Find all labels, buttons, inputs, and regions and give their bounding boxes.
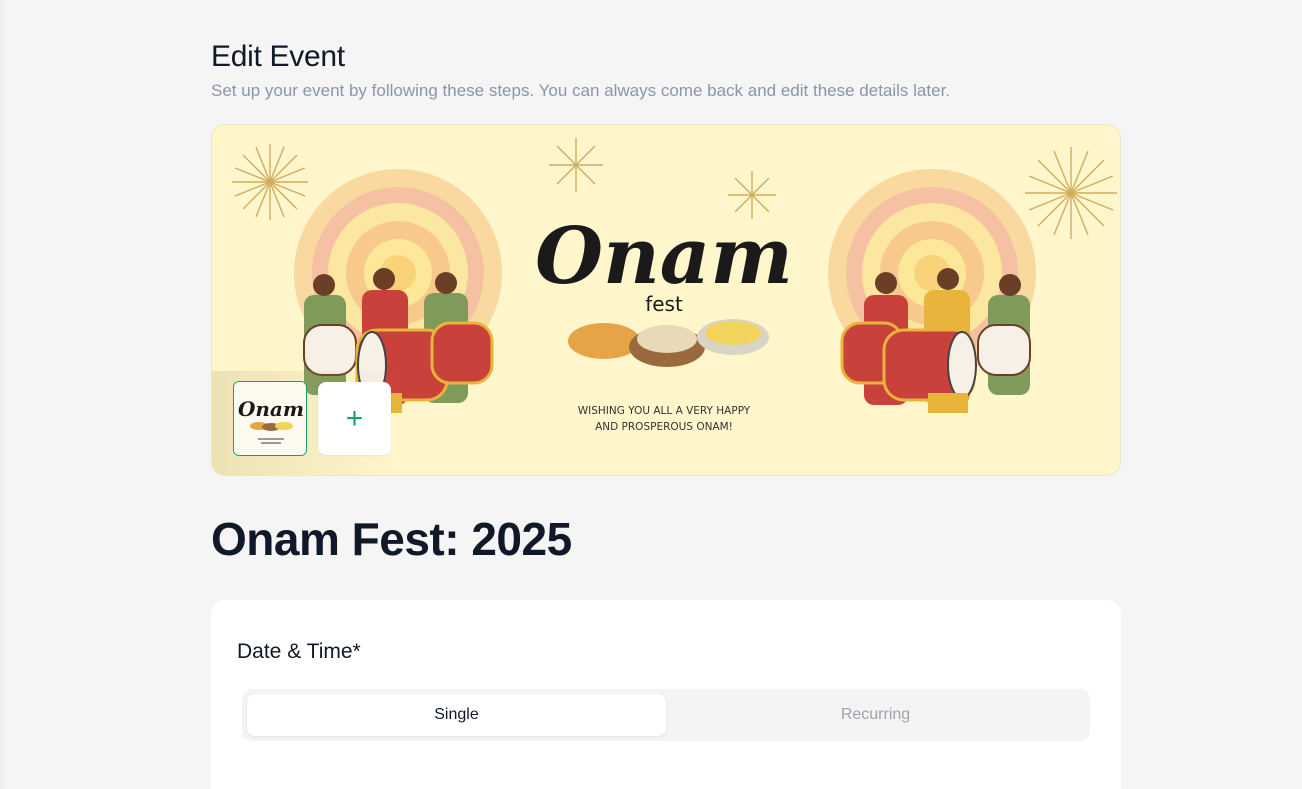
page-title: Edit Event (211, 40, 345, 73)
date-time-label: Date & Time* (237, 640, 361, 663)
plus-icon: + (345, 401, 364, 435)
banner-subheadline: fest (645, 292, 683, 316)
single-option[interactable]: Single (247, 694, 666, 736)
left-edge-shadow (0, 0, 6, 789)
date-time-card: Date & Time* Single Recurring (211, 600, 1121, 789)
thumbnail-headline: Onam (238, 397, 304, 421)
banner-message-line1: WISHING YOU ALL A VERY HAPPY (578, 405, 751, 417)
event-title: Onam Fest: 2025 (211, 513, 572, 565)
page-subtitle: Set up your event by following these ste… (211, 81, 951, 100)
thumbnail-image: Onam (234, 382, 306, 455)
event-banner[interactable]: Onam fest WISHING YOU ALL A VERY HAPPY A… (211, 124, 1121, 476)
add-image-button[interactable]: + (318, 382, 391, 455)
recurring-option[interactable]: Recurring (666, 694, 1085, 736)
banner-thumbnail[interactable]: Onam (233, 381, 307, 456)
banner-headline: Onam (535, 211, 793, 302)
banner-message-line2: AND PROSPEROUS ONAM! (595, 421, 733, 433)
date-type-toggle: Single Recurring (242, 689, 1090, 741)
